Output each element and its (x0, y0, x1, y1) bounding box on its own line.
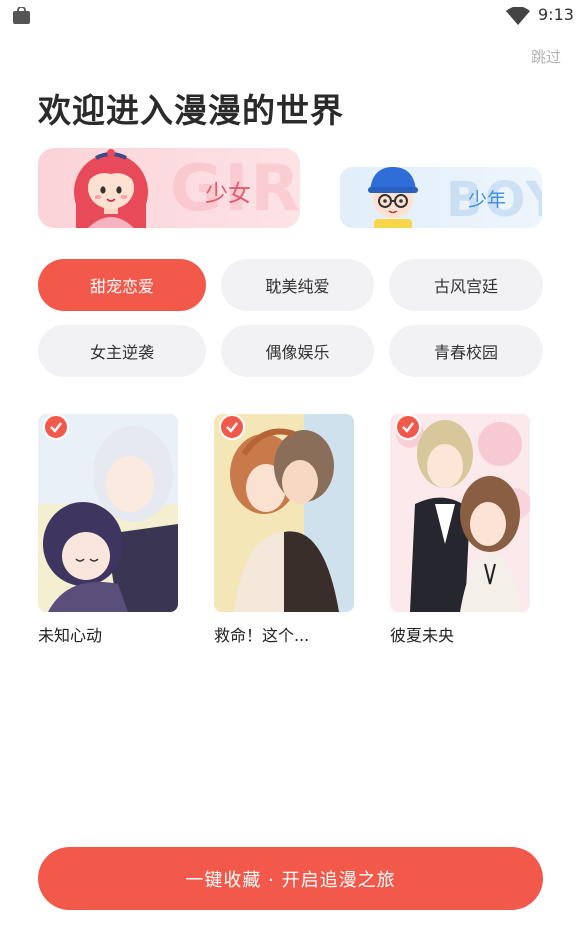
page-title: 欢迎进入漫漫的世界 (38, 91, 344, 130)
collect-all-button[interactable]: 一键收藏 · 开启追漫之旅 (38, 847, 543, 910)
book-cover[interactable] (214, 414, 354, 612)
book-cover-image (214, 414, 354, 612)
gender-option-girl[interactable]: GIRL 少女 (38, 148, 300, 228)
checked-icon[interactable] (219, 414, 245, 440)
tag-ancient-palace[interactable]: 古风宫廷 (389, 259, 543, 311)
book-card[interactable]: 救命！这个... (214, 414, 354, 646)
tag-youth-campus[interactable]: 青春校园 (389, 325, 543, 377)
gender-label-boy: 少年 (468, 189, 507, 211)
gender-label-girl: 少女 (205, 181, 251, 207)
book-title: 未知心动 (38, 626, 103, 645)
book-cover[interactable] (390, 414, 530, 612)
book-title: 彼夏未央 (390, 626, 455, 645)
shopping-bag-icon (13, 7, 30, 24)
tag-idol-entertainment[interactable]: 偶像娱乐 (221, 325, 374, 377)
book-cover-image (38, 414, 178, 612)
tag-bl-romance[interactable]: 耽美纯爱 (221, 259, 374, 311)
checked-icon[interactable] (43, 414, 69, 440)
boy-avatar-icon (368, 167, 418, 228)
girl-avatar-icon (74, 149, 148, 228)
skip-button[interactable]: 跳过 (531, 46, 561, 67)
book-card[interactable]: 彼夏未央 (390, 414, 530, 646)
status-bar: 9:13 (0, 0, 581, 32)
checked-icon[interactable] (395, 414, 421, 440)
book-cover-image (390, 414, 530, 612)
gender-option-boy[interactable]: BOY 少年 (340, 167, 542, 228)
tag-heroine-comeback[interactable]: 女主逆袭 (38, 325, 206, 377)
tag-sweet-romance[interactable]: 甜宠恋爱 (38, 259, 206, 311)
book-title: 救命！这个... (214, 626, 310, 645)
book-card[interactable]: 未知心动 (38, 414, 178, 646)
book-cover[interactable] (38, 414, 178, 612)
wifi-icon (506, 7, 530, 25)
status-time: 9:13 (538, 5, 574, 24)
